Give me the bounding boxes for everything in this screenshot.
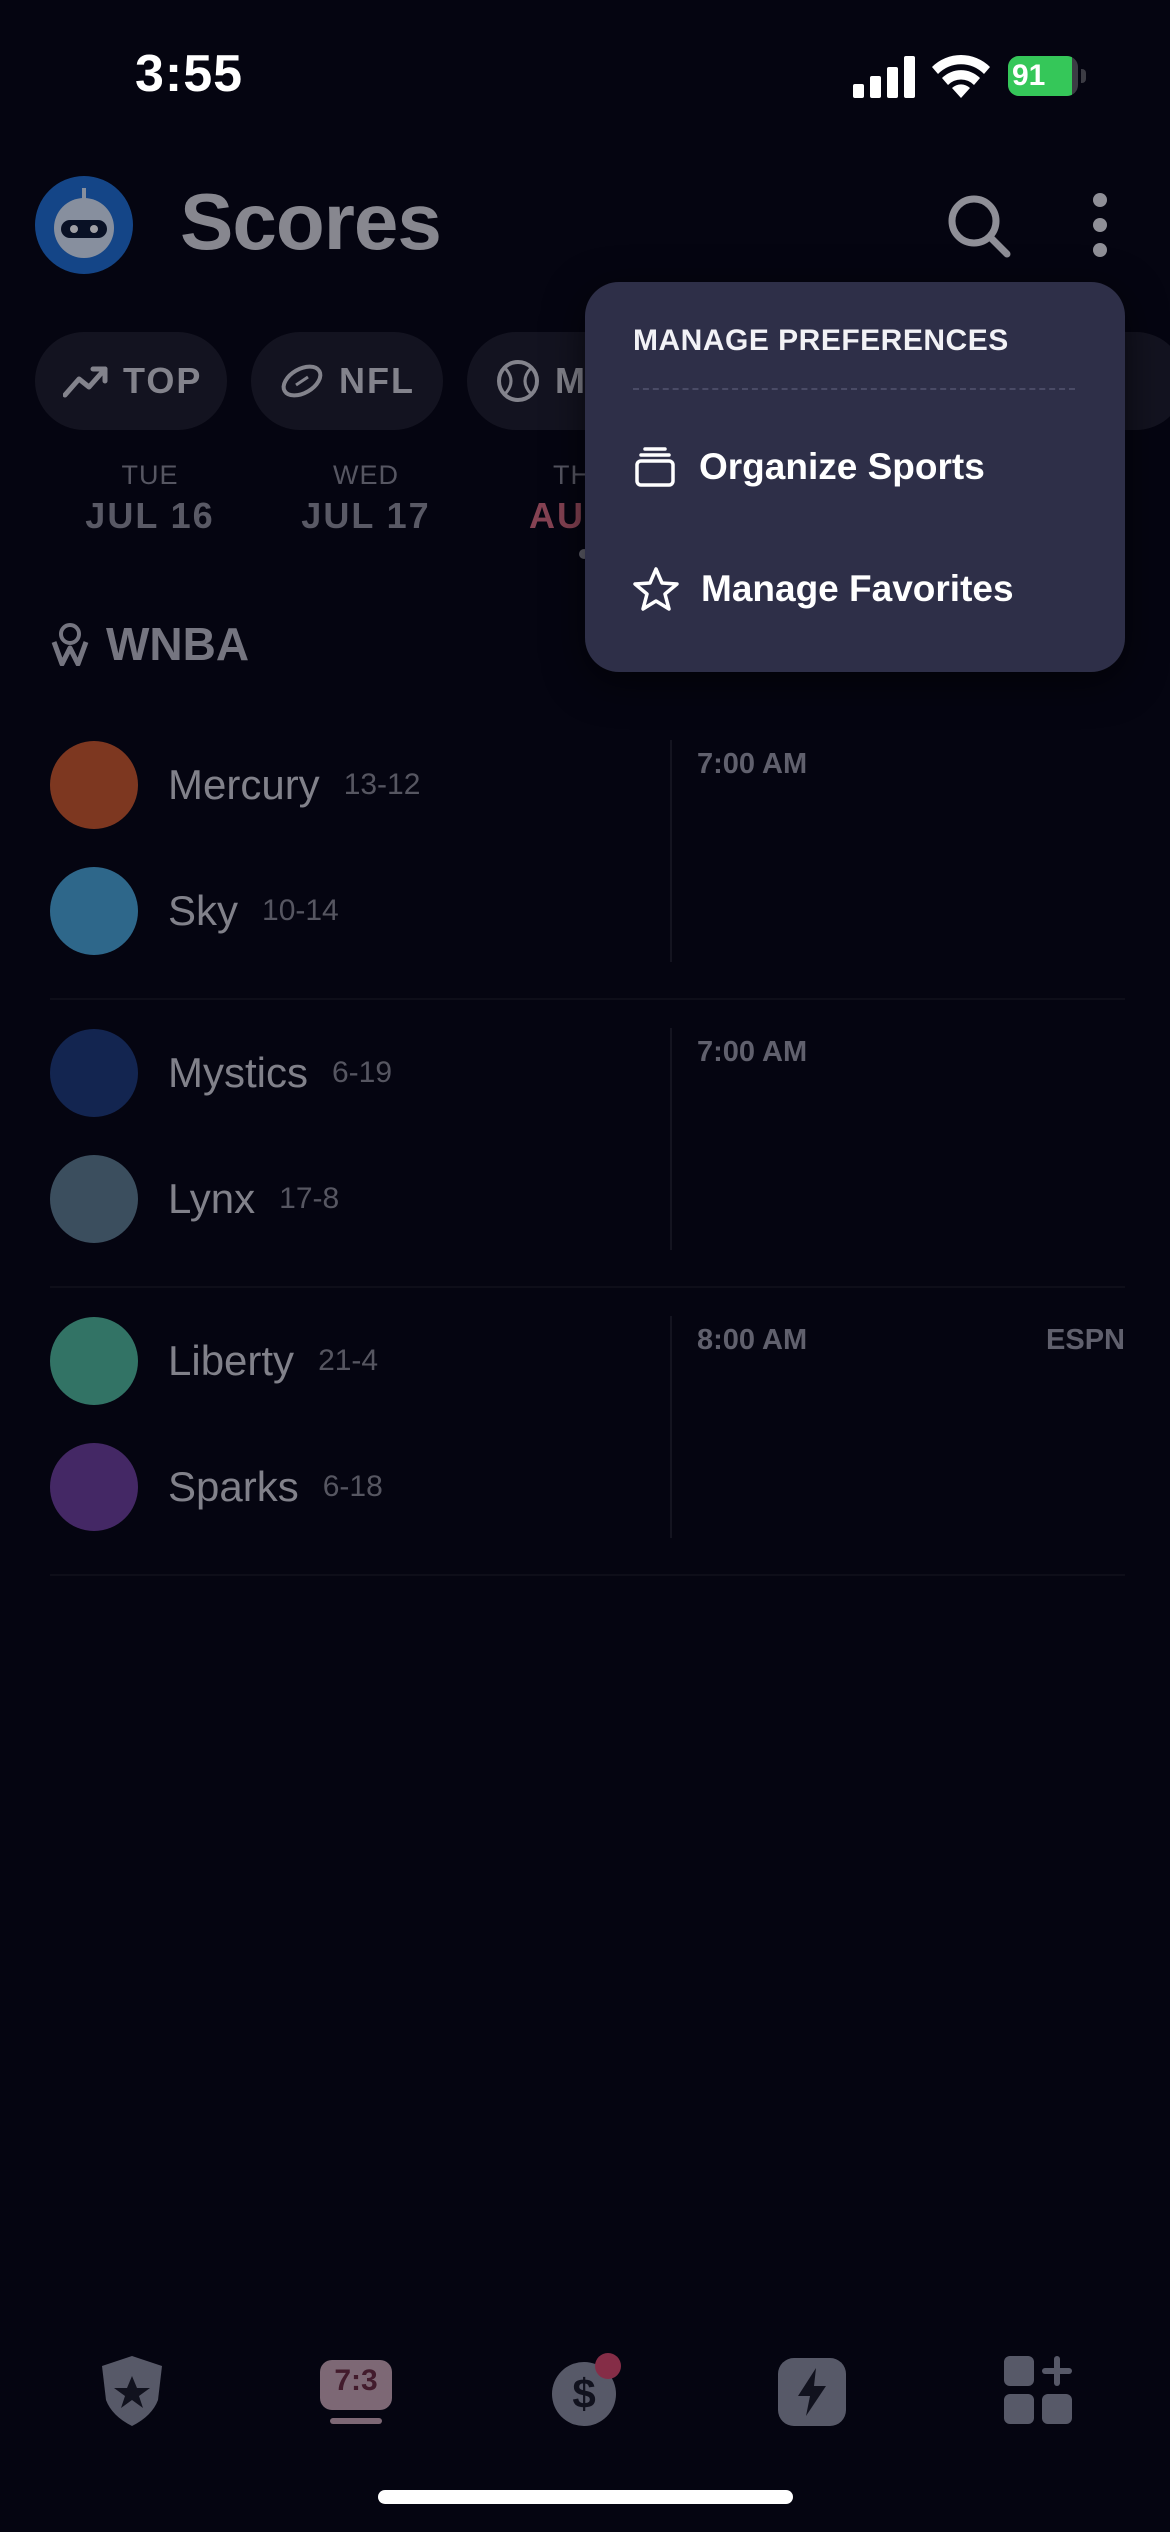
team-name: Liberty [168, 1337, 295, 1384]
star-icon [633, 567, 679, 611]
game-time: 8:00 AM [697, 1324, 808, 1356]
favorites-shield-icon[interactable] [92, 2350, 172, 2430]
game-network: ESPN [1046, 1324, 1125, 1356]
bottom-nav: 7:3 $ [0, 2320, 1170, 2440]
liberty-logo-icon [50, 1317, 138, 1405]
team-name: Mercury [168, 761, 320, 808]
wnba-logo-icon [51, 623, 89, 666]
game-divider [670, 1028, 672, 1250]
team-record: 17-8 [279, 1182, 340, 1215]
home-indicator [378, 2490, 793, 2504]
game-row[interactable]: Mercury 13-12 Sky 10-14 7:00 AM [50, 740, 1125, 1000]
more-vertical-icon[interactable] [1090, 192, 1110, 258]
apps-grid-icon[interactable] [998, 2350, 1078, 2430]
game-divider [670, 1316, 672, 1538]
organize-sports-item[interactable]: Organize Sports [633, 422, 1093, 512]
app-logo[interactable] [35, 176, 133, 274]
game-row[interactable]: Liberty 21-4 Sparks 6-18 8:00 AM ESPN [50, 1316, 1125, 1576]
lynx-logo-icon [50, 1155, 138, 1243]
team-record: 6-18 [322, 1470, 383, 1503]
menu-item-label: Manage Favorites [701, 568, 1014, 609]
search-icon[interactable] [945, 192, 1011, 258]
mercury-logo-icon [50, 741, 138, 829]
date-day: JUL 17 [301, 495, 431, 536]
svg-text:$: $ [572, 2370, 595, 2417]
chip-top[interactable]: TOP [35, 332, 227, 430]
date-item[interactable]: TUE JUL 16 [50, 460, 250, 537]
date-day: JUL 16 [85, 495, 215, 536]
date-dow: WED [333, 460, 399, 490]
team-home: Mercury 13-12 [50, 740, 420, 830]
manage-favorites-item[interactable]: Manage Favorites [633, 544, 1093, 634]
status-bar: 3:55 91 [0, 0, 1170, 150]
game-time: 7:00 AM [697, 1036, 808, 1068]
game-row[interactable]: Mystics 6-19 Lynx 17-8 7:00 AM [50, 1028, 1125, 1288]
date-dow: TUE [121, 460, 179, 490]
date-item[interactable]: WED JUL 17 [266, 460, 466, 537]
bolt-icon[interactable] [772, 2350, 852, 2430]
game-time: 7:00 AM [697, 748, 808, 780]
team-home: Mystics 6-19 [50, 1028, 392, 1118]
team-home: Liberty 21-4 [50, 1316, 378, 1406]
menu-header: MANAGE PREFERENCES [633, 324, 1009, 357]
tennis-ball-icon [497, 360, 539, 402]
sparks-logo-icon [50, 1443, 138, 1531]
status-time: 3:55 [135, 45, 244, 103]
team-away: Sky 10-14 [50, 866, 339, 956]
team-record: 21-4 [318, 1344, 379, 1377]
divider [50, 1286, 1125, 1288]
chip-label: TOP [123, 360, 203, 401]
team-name: Lynx [168, 1175, 256, 1222]
league-header[interactable]: WNBA [50, 614, 249, 674]
chip-label: NFL [339, 360, 415, 401]
scores-icon-label: 7:3 [334, 2364, 378, 2397]
football-icon [281, 364, 323, 398]
team-name: Sky [168, 887, 239, 934]
menu-divider [633, 388, 1075, 390]
dollar-icon[interactable]: $ [544, 2350, 624, 2430]
cellular-signal-icon [853, 56, 915, 98]
game-divider [670, 740, 672, 962]
sky-logo-icon [50, 867, 138, 955]
divider [50, 998, 1125, 1000]
team-record: 6-19 [332, 1056, 393, 1089]
team-record: 10-14 [262, 894, 339, 927]
page-title: Scores [180, 177, 442, 266]
trending-up-icon [63, 366, 108, 398]
league-name: WNBA [106, 618, 250, 670]
scores-icon[interactable]: 7:3 [316, 2356, 396, 2426]
stack-icon [635, 447, 675, 487]
team-away: Lynx 17-8 [50, 1154, 339, 1244]
menu-item-label: Organize Sports [699, 446, 985, 487]
team-record: 13-12 [343, 768, 421, 801]
battery-icon: 91 [1008, 56, 1088, 96]
battery-percent: 91 [1012, 59, 1046, 92]
team-away: Sparks 6-18 [50, 1442, 383, 1532]
preferences-menu: MANAGE PREFERENCES Organize Sports Manag… [585, 282, 1125, 672]
wifi-icon [932, 54, 990, 98]
chip-nfl[interactable]: NFL [251, 332, 443, 430]
divider [50, 1574, 1125, 1576]
team-name: Sparks [168, 1463, 299, 1510]
team-name: Mystics [168, 1049, 308, 1096]
header: Scores [0, 170, 1170, 280]
robot-mascot-icon [54, 188, 114, 258]
mystics-logo-icon [50, 1029, 138, 1117]
chip-label: M [555, 360, 587, 401]
